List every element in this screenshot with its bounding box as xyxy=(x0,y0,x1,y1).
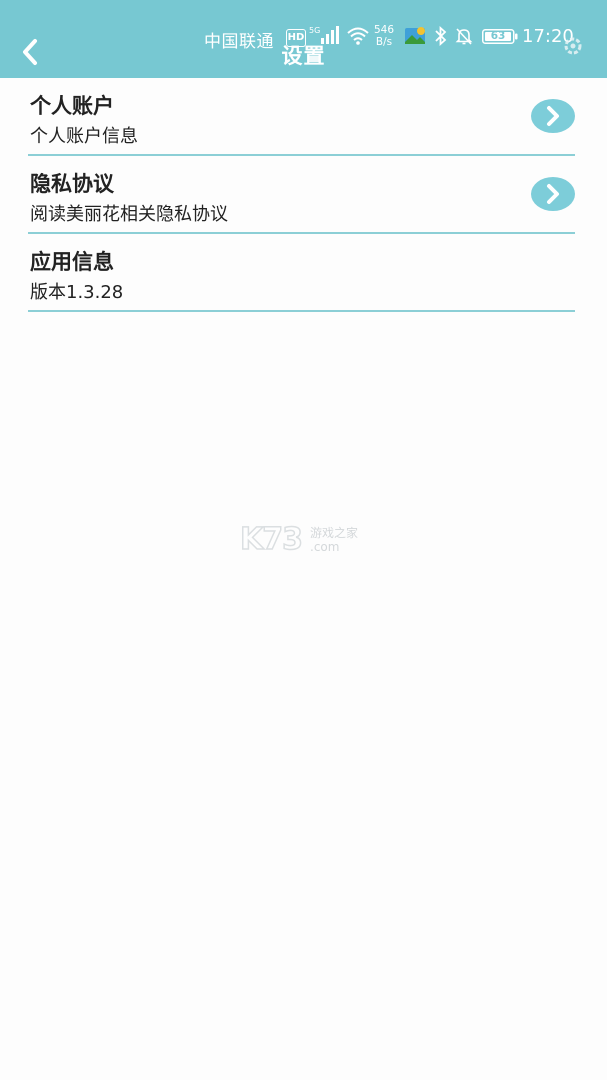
watermark-site: 游戏之家 xyxy=(310,526,359,540)
settings-item-title: 个人账户 xyxy=(30,94,114,118)
settings-item-desc: 阅读美丽花相关隐私协议 xyxy=(30,204,228,225)
settings-item-privacy[interactable]: 隐私协议 阅读美丽花相关隐私协议 xyxy=(28,156,575,234)
chevron-right-icon xyxy=(547,106,559,126)
page-title: 设置 xyxy=(281,44,326,68)
watermark-brand: K73 xyxy=(239,521,304,558)
watermark-logo: K73 游戏之家 .com xyxy=(239,521,370,562)
network-type: 5G xyxy=(309,26,320,35)
settings-item-app-info: 应用信息 版本1.3.28 xyxy=(28,234,575,312)
watermark-domain: .com xyxy=(310,540,340,554)
app-version: 版本1.3.28 xyxy=(30,282,124,303)
top-bar: 中国联通 HD 5G 546 B/s 63 17:20 设置 xyxy=(0,0,607,78)
privacy-arrow-button[interactable] xyxy=(531,177,575,211)
account-arrow-button[interactable] xyxy=(531,99,575,133)
settings-item-title: 应用信息 xyxy=(30,250,114,274)
settings-item-desc: 个人账户信息 xyxy=(30,126,138,147)
settings-list: 个人账户 个人账户信息 隐私协议 阅读美丽花相关隐私协议 应用信息 版本1.3.… xyxy=(28,78,575,312)
settings-item-account[interactable]: 个人账户 个人账户信息 xyxy=(28,78,575,156)
settings-item-title: 隐私协议 xyxy=(30,172,114,196)
net-speed-value: 546 xyxy=(374,24,395,36)
chevron-right-icon xyxy=(547,184,559,204)
